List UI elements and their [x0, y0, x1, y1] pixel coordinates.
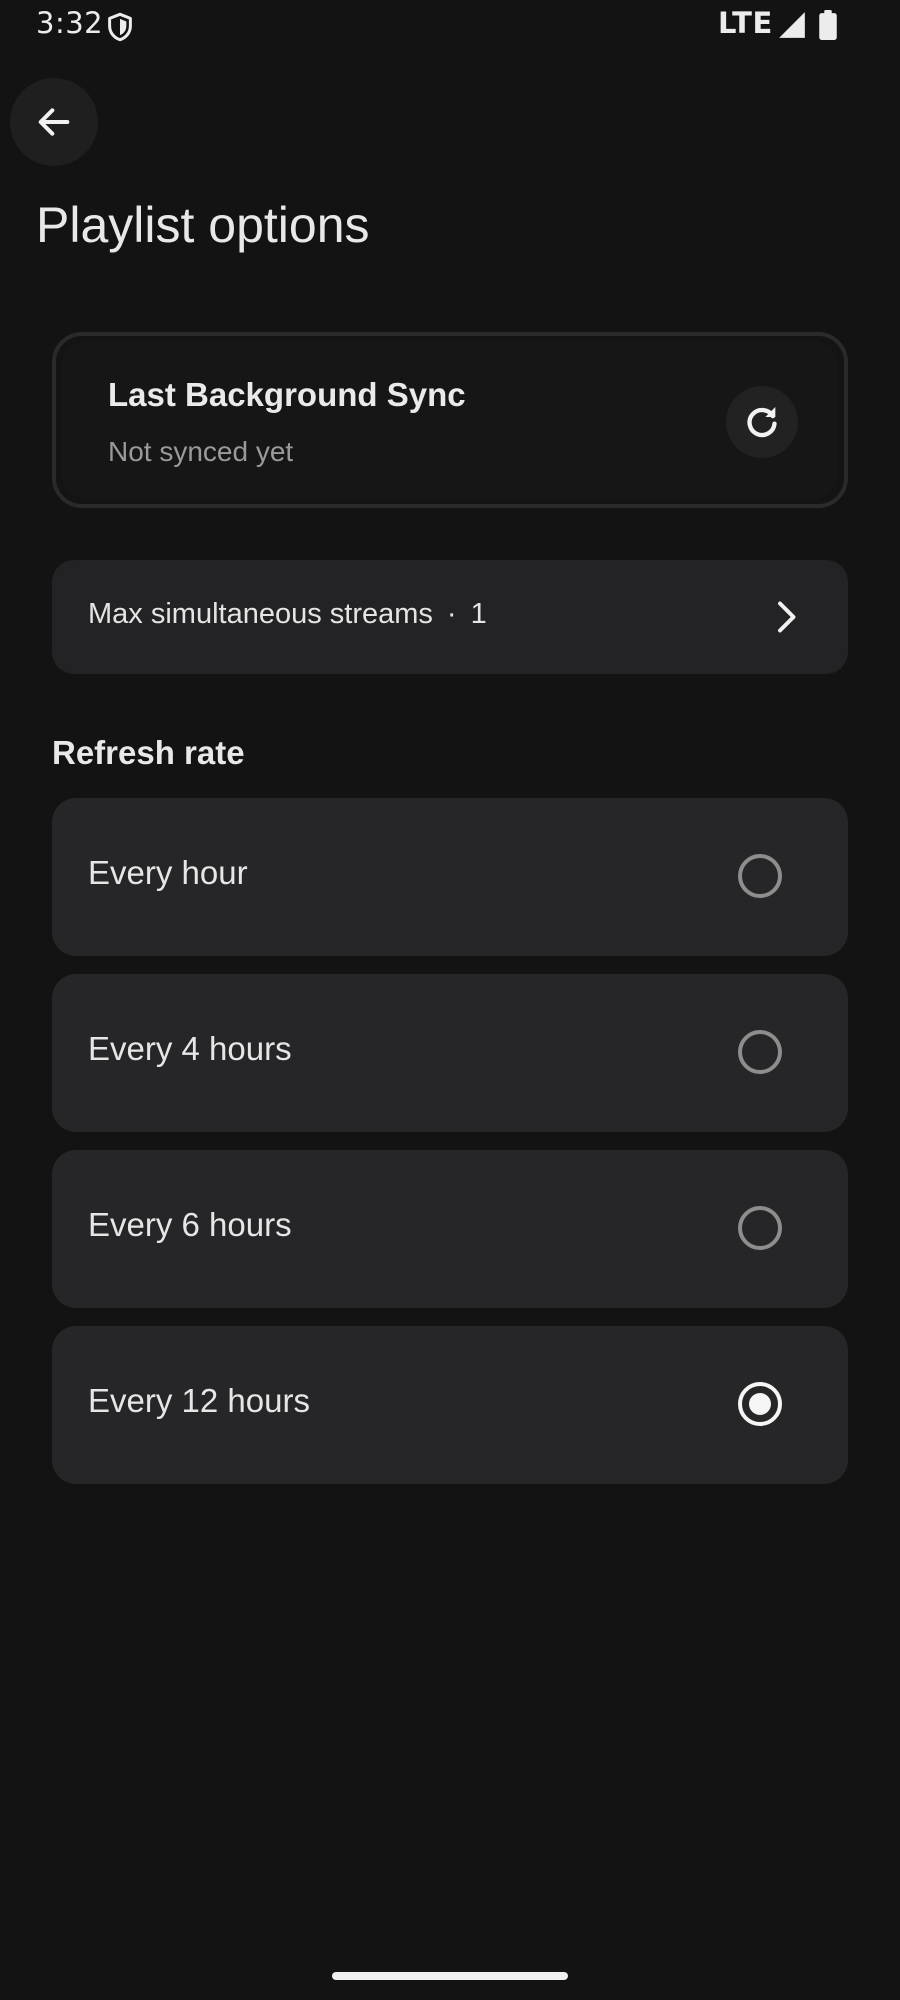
- radio-button[interactable]: [738, 854, 782, 898]
- radio-button-selected[interactable]: [738, 1382, 782, 1426]
- network-type: LTE: [718, 6, 773, 40]
- refresh-option-label: Every hour: [88, 854, 248, 891]
- refresh-option-label: Every 6 hours: [88, 1206, 292, 1243]
- last-sync-card: Last Background Sync Not synced yet: [52, 332, 848, 508]
- back-button[interactable]: [10, 78, 98, 166]
- refresh-option-every-6-hours[interactable]: Every 6 hours: [52, 1150, 848, 1308]
- last-sync-status: Not synced yet: [108, 436, 294, 467]
- page-title: Playlist options: [36, 197, 370, 253]
- refresh-rate-heading: Refresh rate: [52, 734, 245, 771]
- max-streams-text: Max simultaneous streams: [88, 598, 433, 630]
- sync-now-button[interactable]: [726, 386, 798, 458]
- last-sync-title: Last Background Sync: [108, 376, 466, 413]
- radio-button[interactable]: [738, 1030, 782, 1074]
- refresh-option-label: Every 12 hours: [88, 1382, 310, 1419]
- max-streams-value: 1: [470, 598, 487, 630]
- refresh-option-every-hour[interactable]: Every hour: [52, 798, 848, 956]
- home-indicator[interactable]: [332, 1972, 568, 1980]
- refresh-option-every-4-hours[interactable]: Every 4 hours: [52, 974, 848, 1132]
- radio-button[interactable]: [738, 1206, 782, 1250]
- status-time: 3:32: [36, 6, 104, 40]
- arrow-left-icon: [38, 108, 70, 136]
- max-streams-label: Max simultaneous streams · 1: [88, 598, 487, 631]
- signal-icon: [779, 12, 805, 38]
- refresh-option-every-12-hours[interactable]: Every 12 hours: [52, 1326, 848, 1484]
- playlist-options-screen: 3:32 LTE Playlist options Last Backgroun…: [0, 0, 900, 2000]
- battery-icon: [819, 10, 837, 40]
- refresh-option-label: Every 4 hours: [88, 1030, 292, 1067]
- status-bar: 3:32 LTE: [0, 0, 900, 52]
- max-streams-setting[interactable]: Max simultaneous streams · 1: [52, 560, 848, 674]
- shield-icon: [108, 12, 132, 42]
- separator-dot: ·: [446, 598, 457, 630]
- chevron-right-icon: [778, 601, 796, 633]
- refresh-icon: [747, 407, 777, 438]
- last-sync-card-inner: [62, 342, 838, 498]
